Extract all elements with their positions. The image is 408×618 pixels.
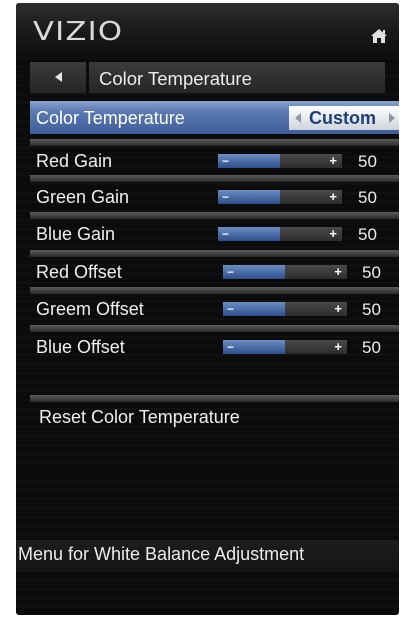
slider-row-red-offset[interactable]: Red Offset − +50 (30, 250, 399, 284)
plus-icon[interactable]: + (329, 227, 337, 240)
slider-label: Green Gain (36, 187, 130, 207)
plus-icon[interactable]: + (334, 340, 342, 353)
blue-gain-slider[interactable]: − + (218, 227, 342, 241)
slider-value: 50 (362, 338, 381, 357)
breadcrumb: Color Temperature (30, 62, 385, 93)
settings-panel: VIZIO Color Temperature Color Temperatur… (16, 3, 399, 615)
red-gain-slider[interactable]: − + (218, 154, 342, 168)
slider-value: 50 (362, 263, 381, 282)
slider-row-green-gain[interactable]: Green Gain − +50 (30, 175, 399, 209)
help-text: Menu for White Balance Adjustment (18, 544, 305, 564)
reset-color-temperature-row[interactable]: Reset Color Temperature (30, 395, 399, 429)
plus-icon[interactable]: + (334, 265, 342, 278)
next-option-icon[interactable] (389, 113, 395, 123)
slider-label: Red Offset (36, 262, 122, 282)
slider-row-red-gain[interactable]: Red Gain − +50 (30, 139, 399, 173)
greem-offset-slider[interactable]: − + (223, 302, 347, 316)
slider-value: 50 (362, 300, 381, 319)
slider-label: Blue Gain (36, 224, 116, 244)
back-arrow-icon (55, 72, 62, 82)
minus-icon[interactable]: − (227, 303, 234, 315)
minus-icon[interactable]: − (222, 155, 229, 167)
minus-icon[interactable]: − (222, 191, 229, 203)
back-button[interactable] (30, 62, 89, 93)
minus-icon[interactable]: − (222, 228, 229, 240)
color-temperature-row[interactable]: Color Temperature Custom (30, 101, 399, 134)
green-gain-slider[interactable]: − + (218, 190, 342, 204)
slider-label: Red Gain (36, 151, 113, 171)
plus-icon[interactable]: + (334, 302, 342, 315)
red-offset-slider[interactable]: − + (223, 265, 347, 279)
color-temperature-selector[interactable]: Custom (289, 106, 399, 130)
reset-color-temperature-label: Reset Color Temperature (39, 407, 240, 427)
slider-row-greem-offset[interactable]: Greem Offset − +50 (30, 287, 399, 321)
help-description: Menu for White Balance Adjustment (16, 540, 399, 572)
minus-icon[interactable]: − (227, 341, 234, 353)
minus-icon[interactable]: − (227, 266, 234, 278)
plus-icon[interactable]: + (329, 154, 337, 167)
previous-option-icon[interactable] (295, 113, 301, 123)
slider-value: 50 (358, 225, 377, 244)
plus-icon[interactable]: + (329, 190, 337, 203)
color-temperature-label: Color Temperature (36, 108, 185, 128)
slider-label: Greem Offset (36, 299, 144, 319)
slider-row-blue-offset[interactable]: Blue Offset − +50 (30, 325, 399, 359)
slider-row-blue-gain[interactable]: Blue Gain − +50 (30, 212, 399, 246)
slider-value: 50 (358, 152, 377, 171)
vizio-logo: VIZIO (33, 17, 124, 47)
slider-label: Blue Offset (36, 337, 125, 357)
blue-offset-slider[interactable]: − + (223, 340, 347, 354)
menu-header: VIZIO (16, 3, 399, 55)
home-icon[interactable] (370, 28, 388, 44)
slider-value: 50 (358, 188, 377, 207)
color-temperature-value: Custom (309, 108, 376, 128)
page-title: Color Temperature (99, 68, 252, 89)
